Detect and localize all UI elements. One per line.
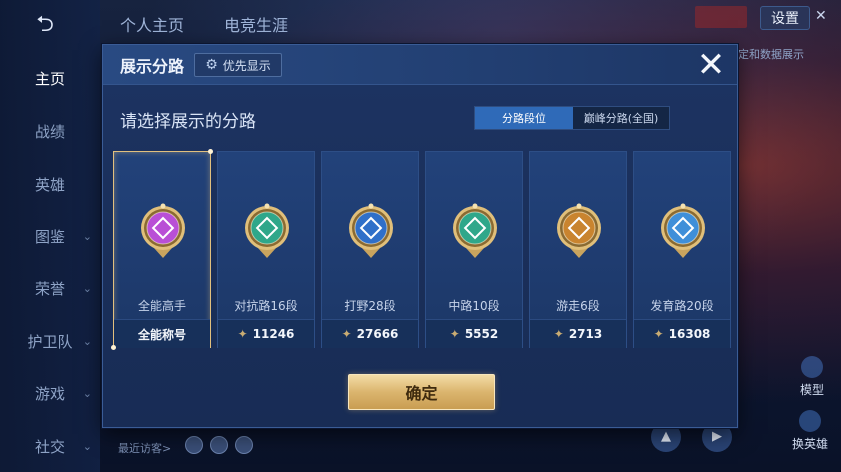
lane-card-footer: ✦ 11246 [218, 319, 314, 348]
side-nav: ⮌ 主页战绩英雄图鉴 ⌄ 荣誉 ⌄ 护卫队 ⌄ 游戏 ⌄ 社交 ⌄ [0, 0, 100, 472]
right-panel-text: 定和数据展示 [738, 48, 804, 61]
lane-card-value: 11246 [252, 327, 295, 341]
power-points-icon: ✦ [449, 327, 460, 341]
chevron-down-icon: ⌄ [82, 439, 92, 453]
dialog-subtitle: 请选择展示的分路 [120, 112, 256, 132]
tab-esports-career[interactable]: 电竞生涯 [224, 12, 288, 36]
model-label: 模型 [799, 383, 824, 397]
selection-corner [208, 149, 213, 154]
lane-mode-toggle: 分路段位 巅峰分路(全国) [474, 106, 670, 130]
lane-card-footer: ✦ 5552 [426, 319, 522, 348]
farm-lane-emblem-icon [661, 203, 705, 258]
visitor-avatar[interactable] [235, 436, 253, 454]
tab-lane-rank[interactable]: 分路段位 [475, 107, 573, 129]
model-icon [801, 356, 823, 378]
lane-card-value: 5552 [464, 327, 499, 341]
lane-card-footer: ✦ 16308 [634, 319, 730, 348]
lane-card-name: 中路10段 [448, 299, 500, 313]
tab-personal-home[interactable]: 个人主页 [120, 12, 184, 36]
lane-card-name: 发育路20段 [650, 299, 714, 313]
lane-card[interactable]: 游走6段 ✦ 2713 [529, 151, 627, 348]
sidebar-item[interactable]: 主页 [0, 63, 100, 93]
sidebar-item-label: 图鉴 [34, 227, 65, 246]
sidebar-item-label: 战绩 [34, 122, 65, 141]
selection-corner [111, 345, 116, 350]
chevron-down-icon: ⌄ [82, 281, 92, 295]
lane-card-value: 全能称号 [137, 327, 186, 342]
visitor-avatar[interactable] [185, 436, 203, 454]
lane-card[interactable]: 打野28段 ✦ 27666 [321, 151, 419, 348]
lane-card[interactable]: 对抗路16段 ✦ 11246 [217, 151, 315, 348]
tab-peak-lane-national[interactable]: 巅峰分路(全国) [573, 107, 669, 129]
sidebar-item[interactable]: 荣誉 ⌄ [0, 273, 100, 303]
sidebar-item-label: 护卫队 [27, 332, 73, 351]
power-points-icon: ✦ [653, 327, 664, 341]
sidebar-item[interactable]: 战绩 [0, 116, 100, 146]
power-points-icon: ✦ [237, 327, 248, 341]
lane-card-name: 游走6段 [556, 299, 600, 313]
lane-display-dialog: 展示分路 ⚙ 优先显示 ✕ 请选择展示的分路 分路段位 巅峰分路(全国) 全能高… [102, 44, 738, 428]
lane-card-value: 16308 [668, 327, 711, 341]
lane-card-footer: ✦ 2713 [530, 319, 626, 348]
lane-card-name: 打野28段 [344, 299, 396, 313]
sidebar-item-label: 游戏 [34, 384, 65, 403]
confirm-button[interactable]: 确定 [348, 374, 495, 410]
chevron-down-icon: ⌄ [82, 334, 92, 348]
priority-display-label: 优先显示 [222, 58, 271, 73]
sidebar-item-label: 社交 [34, 437, 65, 456]
settings-button[interactable]: 设置 [760, 6, 810, 30]
lane-card[interactable]: 发育路20段 ✦ 16308 [633, 151, 731, 348]
swap-hero-icon [799, 410, 821, 432]
lane-card[interactable]: 全能高手 全能称号 [111, 149, 213, 350]
lane-card-value: 2713 [568, 327, 603, 341]
dialog-header: 展示分路 ⚙ 优先显示 ✕ [103, 45, 737, 85]
sidebar-item[interactable]: 图鉴 ⌄ [0, 221, 100, 251]
power-points-icon: ✦ [341, 327, 352, 341]
clash-lane-emblem-icon [245, 203, 289, 258]
lane-card-footer: ✦ 27666 [322, 319, 418, 348]
notice-badge [695, 6, 747, 28]
visitor-avatar[interactable] [210, 436, 228, 454]
top-tabs: 个人主页 电竞生涯 [120, 12, 288, 36]
lane-card[interactable]: 中路10段 ✦ 5552 [425, 151, 523, 348]
sidebar-item[interactable]: 护卫队 ⌄ [0, 326, 100, 356]
lane-card-name: 对抗路16段 [234, 299, 298, 313]
lane-card-footer: 全能称号 [114, 319, 210, 348]
roam-emblem-icon [557, 203, 601, 258]
sidebar-item-label: 主页 [34, 69, 65, 88]
model-button[interactable]: 模型 [792, 356, 832, 398]
recent-visitors-label[interactable]: 最近访客> [118, 440, 171, 456]
sidebar-item[interactable]: 社交 ⌄ [0, 431, 100, 461]
dialog-title: 展示分路 [120, 57, 185, 76]
lane-card-value: 27666 [356, 327, 399, 341]
mid-lane-emblem-icon [453, 203, 497, 258]
power-points-icon: ✦ [553, 327, 564, 341]
all-rounder-emblem-icon [141, 203, 185, 258]
chevron-down-icon: ⌄ [82, 386, 92, 400]
sidebar-item-label: 荣誉 [34, 279, 65, 298]
gear-icon: ⚙ [205, 57, 218, 73]
close-icon[interactable]: ✕ [693, 45, 729, 85]
window-close-icon[interactable]: ✕ [815, 8, 827, 24]
back-arrow-icon[interactable]: ⮌ [22, 12, 68, 38]
priority-display-button[interactable]: ⚙ 优先显示 [194, 53, 282, 77]
chevron-down-icon: ⌄ [82, 229, 92, 243]
sidebar-item[interactable]: 游戏 ⌄ [0, 378, 100, 408]
jungle-emblem-icon [349, 203, 393, 258]
swap-hero-label: 换英雄 [791, 437, 828, 451]
lane-card-name: 全能高手 [137, 299, 186, 313]
swap-hero-button[interactable]: 换英雄 [790, 410, 830, 452]
sidebar-item-label: 英雄 [34, 175, 65, 194]
sidebar-item[interactable]: 英雄 [0, 169, 100, 199]
